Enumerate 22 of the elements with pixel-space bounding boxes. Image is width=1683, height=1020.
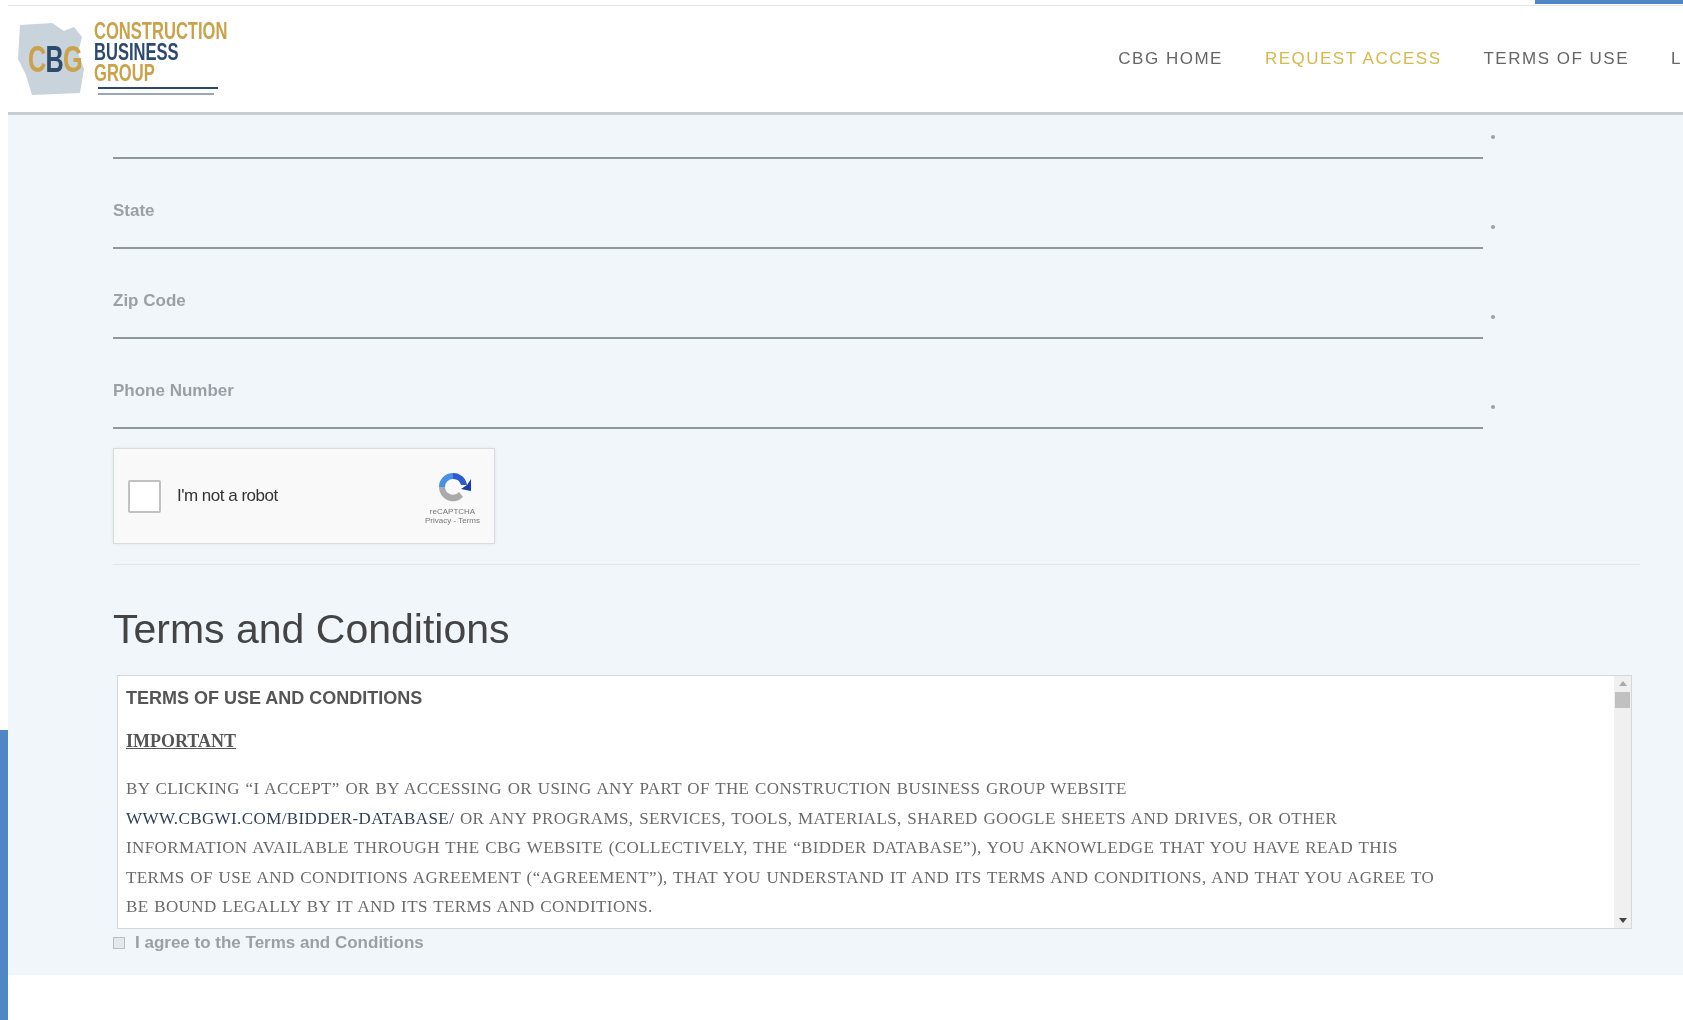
logo-text: BUSINESS <box>94 42 180 63</box>
scroll-up-icon[interactable] <box>1618 680 1627 686</box>
section-heading: Terms and Conditions <box>113 605 511 653</box>
terms-subtitle: IMPORTANT <box>126 731 238 752</box>
logo-mark: CBG <box>28 39 82 81</box>
captcha-links: Privacy - Terms <box>425 516 480 525</box>
captcha-label: I'm not a robot <box>177 486 278 506</box>
nav-link[interactable]: TERMS OF USE <box>1483 49 1629 69</box>
logo-text: CONSTRUCTION <box>94 21 228 42</box>
nav-link[interactable]: CBG HOME <box>1118 49 1223 69</box>
agree-label: I agree to the Terms and Conditions <box>135 933 424 953</box>
scroll-thumb[interactable] <box>1615 692 1630 708</box>
checkbox[interactable] <box>113 937 125 949</box>
website-link[interactable]: WWW.CBGWI.COM/BIDDER-DATABASE/ <box>126 808 455 828</box>
checkbox[interactable] <box>128 479 161 513</box>
terms-title: TERMS OF USE AND CONDITIONS <box>126 688 424 709</box>
logo-text: GROUP <box>94 63 156 84</box>
scroll-down-icon[interactable] <box>1618 918 1627 924</box>
terms-paragraph: BY CLICKING “I ACCEPT” OR BY ACCESSING OR USING ANY PART OF THE CONSTRUCTION BUSINESS GROUP WEBSITE WWW.CBGWI.COM/BIDDER-DATABASE/ OR ANY PROGRAMS, SERVICES, TOOLS, MATERIALS, SHARED GOOGLE SHEETS AND DRIVES, OR OTHER INFORMATION AVAILABLE THROUGH THE CBG WEBSITE (COLLECTIVELY, THE “BIDDER DATABASE”), YOU AKNOWLEDGE THAT YOU HAVE READ THIS TERMS OF USE AND CONDITIONS AGREEMENT (“AGREEMENT”), THAT YOU UNDERSTAND IT AND ITS TERMS AND CONDITIONS, AND THAT YOU AGREE TO BE BOUND LEGALLY BY IT AND ITS TERMS AND CONDITIONS. <box>126 778 1436 918</box>
nav-link[interactable]: L <box>1671 49 1683 69</box>
captcha-brand: reCAPTCHA <box>429 507 476 516</box>
scrollbar[interactable] <box>1614 676 1631 928</box>
